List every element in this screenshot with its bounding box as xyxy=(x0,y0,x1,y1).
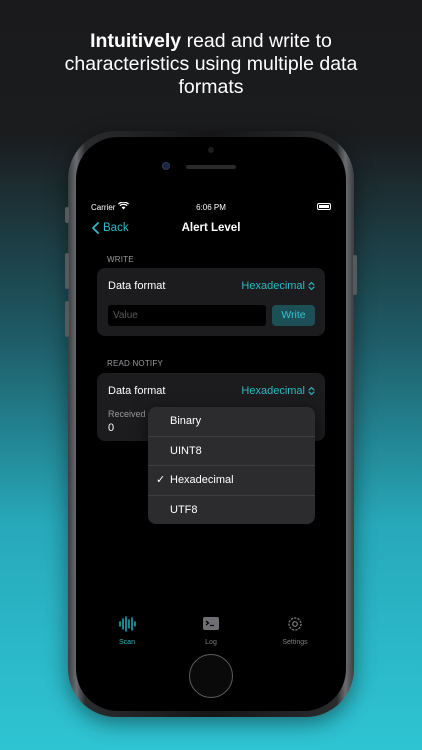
tab-label: Log xyxy=(205,639,217,646)
headline-line1: read and write to xyxy=(181,30,332,52)
tab-scan[interactable]: Scan xyxy=(97,616,157,646)
gear-icon xyxy=(288,617,302,631)
data-format-menu: Binary UINT8 ✓ Hexadecimal UTF8 xyxy=(148,407,315,524)
tab-label: Scan xyxy=(119,639,135,646)
front-sensor xyxy=(208,147,214,153)
menu-item-label: UINT8 xyxy=(170,445,202,457)
volume-up-button xyxy=(65,253,69,289)
menu-item-label: Binary xyxy=(170,415,202,427)
write-data-format-select[interactable]: Hexadecimal xyxy=(241,280,315,292)
checkmark-icon: ✓ xyxy=(156,474,166,486)
marketing-headline: Intuitively read and write to characteri… xyxy=(0,30,422,99)
write-card: Data format Hexadecimal Write xyxy=(97,268,325,336)
home-button[interactable] xyxy=(189,654,233,698)
tab-label: Settings xyxy=(282,639,308,646)
tab-log[interactable]: Log xyxy=(181,616,241,646)
write-button[interactable]: Write xyxy=(272,305,315,326)
write-section-header: WRITE xyxy=(107,255,134,264)
menu-item-uint8[interactable]: UINT8 xyxy=(148,437,315,466)
status-bar: Carrier 6:06 PM xyxy=(81,201,341,215)
write-data-format-label: Data format xyxy=(108,280,166,292)
power-button xyxy=(353,255,357,295)
received-label: Received xyxy=(108,409,146,419)
value-input[interactable] xyxy=(108,305,266,326)
menu-item-label: UTF8 xyxy=(170,504,198,516)
write-data-format-value: Hexadecimal xyxy=(241,280,305,292)
chevron-up-down-icon xyxy=(308,281,315,291)
read-data-format-label: Data format xyxy=(108,385,166,397)
received-value: 0 xyxy=(108,422,115,434)
navigation-bar: Back Alert Level xyxy=(81,219,341,239)
read-notify-section-header: READ NOTIFY xyxy=(107,359,163,368)
chevron-up-down-icon xyxy=(308,386,315,396)
tab-settings[interactable]: Settings xyxy=(265,616,325,646)
earpiece-speaker xyxy=(186,165,236,169)
headline-bold: Intuitively xyxy=(90,30,182,52)
read-data-format-select[interactable]: Hexadecimal xyxy=(241,385,315,397)
menu-item-binary[interactable]: Binary xyxy=(148,407,315,436)
page-title: Alert Level xyxy=(181,222,241,234)
menu-item-label: Hexadecimal xyxy=(170,474,234,486)
phone-screen: Carrier 6:06 PM Back Alert Level WRITE D… xyxy=(81,192,341,656)
menu-item-utf8[interactable]: UTF8 xyxy=(148,496,315,524)
status-time: 6:06 PM xyxy=(196,203,226,212)
mute-switch xyxy=(65,207,69,223)
menu-item-hexadecimal[interactable]: ✓ Hexadecimal xyxy=(148,466,315,495)
headline-line2: characteristics using multiple data xyxy=(64,53,358,75)
tab-bar: Scan Log Settings xyxy=(81,616,341,656)
read-data-format-value: Hexadecimal xyxy=(241,385,305,397)
front-camera xyxy=(162,162,170,170)
volume-down-button xyxy=(65,301,69,337)
terminal-icon xyxy=(203,617,219,630)
waveform-icon xyxy=(119,616,136,632)
battery-icon xyxy=(317,203,331,210)
headline-line3: formats xyxy=(178,76,244,98)
